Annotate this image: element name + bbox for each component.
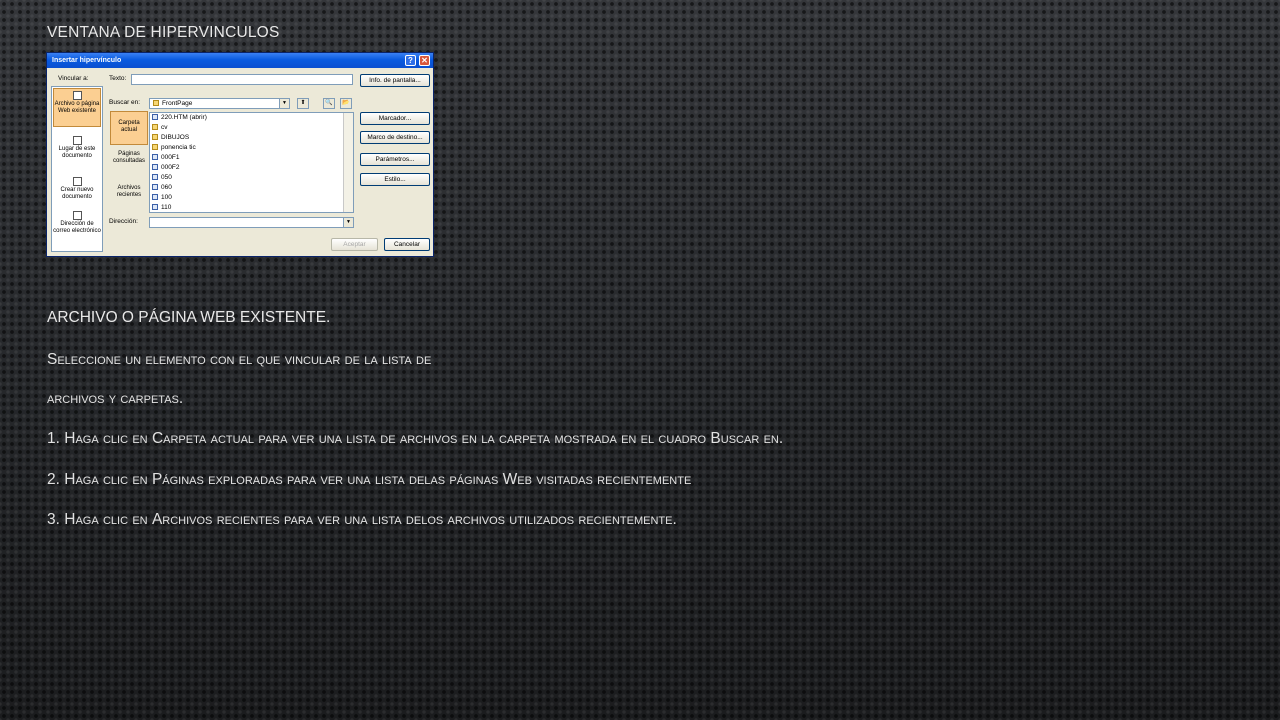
close-button[interactable]: ✕	[419, 55, 430, 66]
screen-tip-button[interactable]: Info. de pantalla...	[360, 74, 430, 87]
browse-nav: Carpeta actual Páginas consultadas Archi…	[109, 111, 149, 215]
new-document-icon	[72, 177, 82, 186]
list-item[interactable]: 000F2	[150, 163, 353, 173]
text-input[interactable]	[131, 74, 353, 85]
chevron-down-icon[interactable]: ▼	[279, 99, 289, 108]
text-label: Texto:	[109, 75, 127, 82]
cancel-button[interactable]: Cancelar	[384, 238, 430, 251]
list-item[interactable]: 050	[150, 173, 353, 183]
page-icon	[152, 194, 158, 200]
page-icon	[152, 184, 158, 190]
look-in-combo[interactable]: FrontPage ▼	[149, 98, 290, 109]
style-button[interactable]: Estilo...	[360, 173, 430, 186]
list-item[interactable]: 060	[150, 183, 353, 193]
nav-current-folder[interactable]: Carpeta actual	[110, 111, 148, 145]
file-list[interactable]: 220.HTM (abrir) cv DIBUJOS ponencia tic …	[149, 112, 354, 213]
page-icon	[152, 154, 158, 160]
page-icon	[152, 204, 158, 210]
file-list-scrollbar[interactable]	[343, 113, 353, 212]
step-3: 3. Haga clic en Archivos recientes para …	[47, 511, 677, 528]
sidebar-item-new-document[interactable]: Crear nuevo documento	[53, 175, 101, 205]
step-2: 2. Haga clic en Páginas exploradas para …	[47, 471, 692, 488]
browse-file-icon[interactable]: 📂	[340, 98, 352, 109]
section-heading: Archivo o página Web existente.	[47, 309, 331, 326]
dialog-titlebar: Insertar hipervínculo ? ✕	[47, 53, 433, 68]
slide-title: Ventana de hipervinculos	[47, 24, 280, 41]
sidebar-item-email-address[interactable]: Dirección de correo electrónico	[53, 209, 101, 247]
folder-icon	[153, 100, 159, 106]
parameters-button[interactable]: Parámetros...	[360, 153, 430, 166]
sidebar-item-label: Dirección de correo electrónico	[53, 221, 101, 234]
sidebar-item-label: Crear nuevo documento	[60, 187, 94, 200]
sidebar-item-label: Archivo o página Web existente	[54, 101, 100, 114]
list-item[interactable]: 220.HTM (abrir)	[150, 113, 353, 123]
page-icon	[152, 164, 158, 170]
nav-recent-files[interactable]: Archivos recientes	[110, 185, 148, 207]
list-item[interactable]: 110	[150, 203, 353, 212]
look-in-label: Buscar en:	[109, 99, 141, 106]
insert-hyperlink-dialog: Insertar hipervínculo ? ✕ Vincular a: Te…	[46, 52, 434, 257]
look-in-value: FrontPage	[162, 100, 193, 107]
sidebar-item-place-in-document[interactable]: Lugar de este documento	[53, 134, 101, 164]
email-icon	[72, 211, 82, 220]
address-label: Dirección:	[109, 218, 138, 225]
help-button[interactable]: ?	[405, 55, 416, 66]
folder-icon	[152, 144, 158, 150]
list-item[interactable]: DIBUJOS	[150, 133, 353, 143]
link-to-sidebar: Archivo o página Web existente Lugar de …	[51, 86, 103, 252]
sidebar-item-label: Lugar de este documento	[58, 146, 96, 159]
dialog-title: Insertar hipervínculo	[52, 57, 122, 64]
up-folder-icon[interactable]: ⬆	[297, 98, 309, 109]
folder-icon	[152, 124, 158, 130]
step-1: 1. Haga clic en Carpeta actual para ver …	[47, 430, 784, 447]
sidebar-item-existing-file[interactable]: Archivo o página Web existente	[53, 88, 101, 127]
document-place-icon	[72, 136, 82, 145]
list-item[interactable]: 100	[150, 193, 353, 203]
chevron-down-icon[interactable]: ▼	[343, 218, 353, 227]
list-item[interactable]: 000F1	[150, 153, 353, 163]
folder-icon	[152, 134, 158, 140]
intro-line-2: archivos y carpetas.	[47, 390, 184, 407]
address-combo[interactable]: ▼	[149, 217, 354, 228]
bookmark-button[interactable]: Marcador...	[360, 112, 430, 125]
globe-page-icon	[72, 91, 82, 100]
link-to-label: Vincular a:	[58, 75, 89, 82]
browse-web-icon[interactable]: 🔍	[323, 98, 335, 109]
ok-button[interactable]: Aceptar	[331, 238, 378, 251]
target-frame-button[interactable]: Marco de destino...	[360, 131, 430, 144]
page-icon	[152, 174, 158, 180]
list-item[interactable]: cv	[150, 123, 353, 133]
page-icon	[152, 114, 158, 120]
list-item[interactable]: ponencia tic	[150, 143, 353, 153]
intro-line-1: Seleccione un elemento con el que vincul…	[47, 351, 432, 368]
nav-browsed-pages[interactable]: Páginas consultadas	[110, 151, 148, 173]
